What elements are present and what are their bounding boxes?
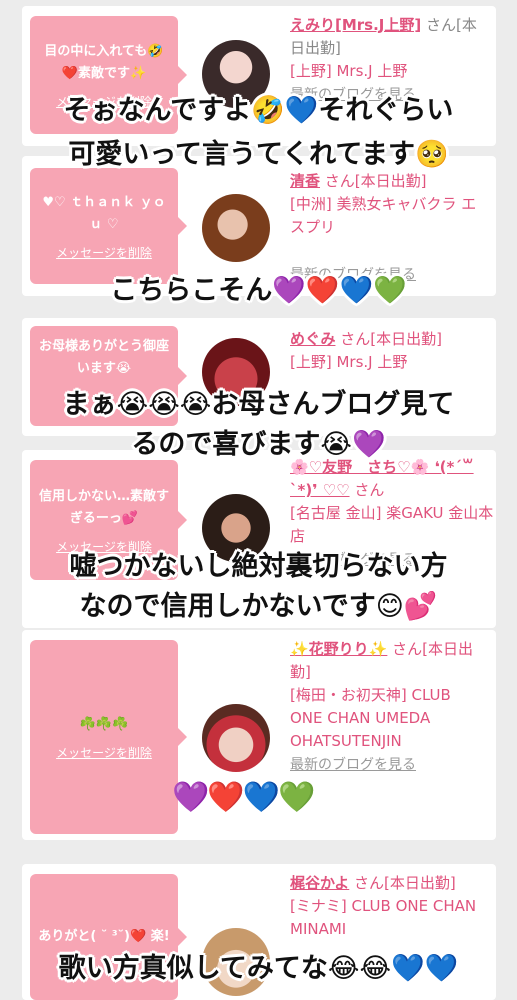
overlay-caption: 歌い方真似してみてな😂😂💙💙 <box>58 953 459 984</box>
latest-blog-link[interactable]: 最新のブログを見る <box>290 757 416 773</box>
overlay-caption: そぉなんですよ🤣💙それぐらい <box>63 95 454 126</box>
cast-name-link[interactable]: 梶谷かよ <box>290 874 349 892</box>
overlay-caption: 嘘つかないし絶対裏切らない方 <box>69 551 448 582</box>
cast-status: さん[本日出勤] <box>324 172 427 190</box>
message-text: ありがと( ˘ ³˘)❤️ 楽! <box>38 929 170 944</box>
message-text: ♥︎♡ ｔｈａｎｋ ｙｏｕ ♡ <box>42 194 166 232</box>
cast-status: さん <box>354 481 385 499</box>
shop-name[interactable]: [上野] Mrs.J 上野 <box>290 353 407 371</box>
avatar[interactable] <box>202 194 270 262</box>
cast-info: 清香 さん[本日出勤] [中洲] 美熟女キャバクラ エスプリ 最新のブログを見る <box>290 170 490 283</box>
avatar[interactable] <box>202 704 270 772</box>
message-text: 信用しかない…素敵すぎるーっ💕 <box>38 488 169 526</box>
cast-status: さん[本日出勤] <box>340 330 442 348</box>
cast-info: ✨花野りり✨ さん[本日出勤] [梅田・お初天神] CLUB ONE CHAN … <box>290 638 485 777</box>
shop-name[interactable]: [ミナミ] CLUB ONE CHAN MINAMI <box>290 897 476 938</box>
overlay-caption: まぁ😭😭😭お母さんブログ見て <box>62 389 455 420</box>
cast-status: さん[本日出勤] <box>354 874 456 892</box>
overlay-caption: なので信用しかないです😊💕 <box>79 591 438 622</box>
cast-name-link[interactable]: ✨花野りり✨ <box>290 640 387 658</box>
overlay-caption: るので喜びます😭💜 <box>131 429 386 460</box>
cast-name-link[interactable]: 清香 <box>290 172 320 190</box>
message-text: ☘️☘️☘️ <box>79 716 129 732</box>
shop-name[interactable]: [上野] Mrs.J 上野 <box>290 62 407 80</box>
message-text: お母様ありがとう御座います😭 <box>38 339 169 376</box>
shop-name[interactable]: [名古屋 金山] 楽GAKU 金山本店 <box>290 504 493 545</box>
message-bubble: ♥︎♡ ｔｈａｎｋ ｙｏｕ ♡ メッセージを削除 <box>30 168 187 284</box>
shop-name[interactable]: [梅田・お初天神] CLUB ONE CHAN UMEDA OHATSUTENJ… <box>290 686 451 750</box>
message-text: 目の中に入れても🤣❤️素敵です✨ <box>44 43 164 81</box>
hearts-emoji-row: 💜❤️💙💚 <box>172 780 315 815</box>
cast-name-link[interactable]: めぐみ <box>290 330 335 348</box>
message-bubble: ☘️☘️☘️ メッセージを削除 <box>30 640 187 834</box>
cast-info: 梶谷かよ さん[本日出勤] [ミナミ] CLUB ONE CHAN MINAMI <box>290 872 485 941</box>
overlay-caption: 可愛いって言うてくれてます🥺 <box>68 139 449 170</box>
delete-message-link[interactable]: メッセージを削除 <box>56 744 152 761</box>
cast-info: めぐみ さん[本日出勤] [上野] Mrs.J 上野 <box>290 328 490 374</box>
cast-name-link[interactable]: えみり[Mrs.J上野] <box>290 16 421 34</box>
delete-message-link[interactable]: メッセージを削除 <box>56 244 152 261</box>
shop-name[interactable]: [中洲] 美熟女キャバクラ エスプリ <box>290 195 476 236</box>
overlay-caption: こちらこそん💜❤️💙💚 <box>110 275 407 306</box>
